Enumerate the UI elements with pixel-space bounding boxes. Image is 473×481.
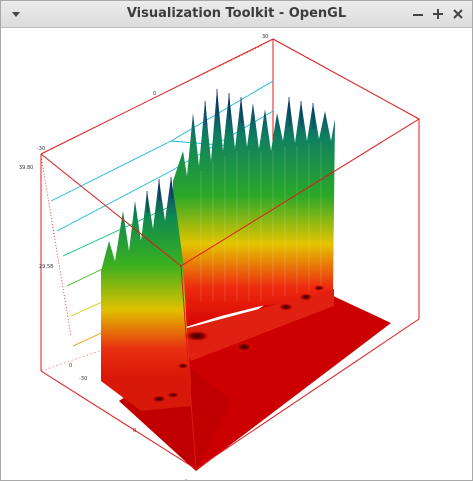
z-tick-zero: 0	[69, 363, 72, 369]
axis-label-bottom-corner: -	[185, 477, 187, 480]
render-viewport[interactable]: 30 0 -30 39.80 29.58 0 -30 0 -	[1, 28, 472, 480]
vtk-3d-scene[interactable]: 30 0 -30 39.80 29.58 0 -30 0 -	[1, 28, 472, 480]
minimize-button[interactable]	[409, 5, 427, 23]
window-title: Visualization Toolkit - OpenGL	[126, 6, 347, 21]
z-tick-mid: 29.58	[39, 264, 53, 270]
close-icon	[453, 9, 463, 19]
axis-label-bottom: 0	[133, 428, 136, 434]
axis-label-top: 0	[153, 91, 156, 97]
minimize-icon	[413, 14, 423, 16]
y-tick-left: -30	[79, 376, 87, 382]
axis-label-left-corner: -30	[37, 146, 45, 152]
plus-icon	[433, 9, 443, 19]
z-tick-upper: 39.80	[19, 165, 33, 171]
close-button[interactable]	[449, 5, 467, 23]
app-window: Visualization Toolkit - OpenGL 30 0 -30 …	[0, 0, 473, 481]
title-bar[interactable]: Visualization Toolkit - OpenGL	[1, 1, 472, 28]
axis-label-top-corner: 30	[262, 34, 268, 40]
maximize-button[interactable]	[429, 5, 447, 23]
